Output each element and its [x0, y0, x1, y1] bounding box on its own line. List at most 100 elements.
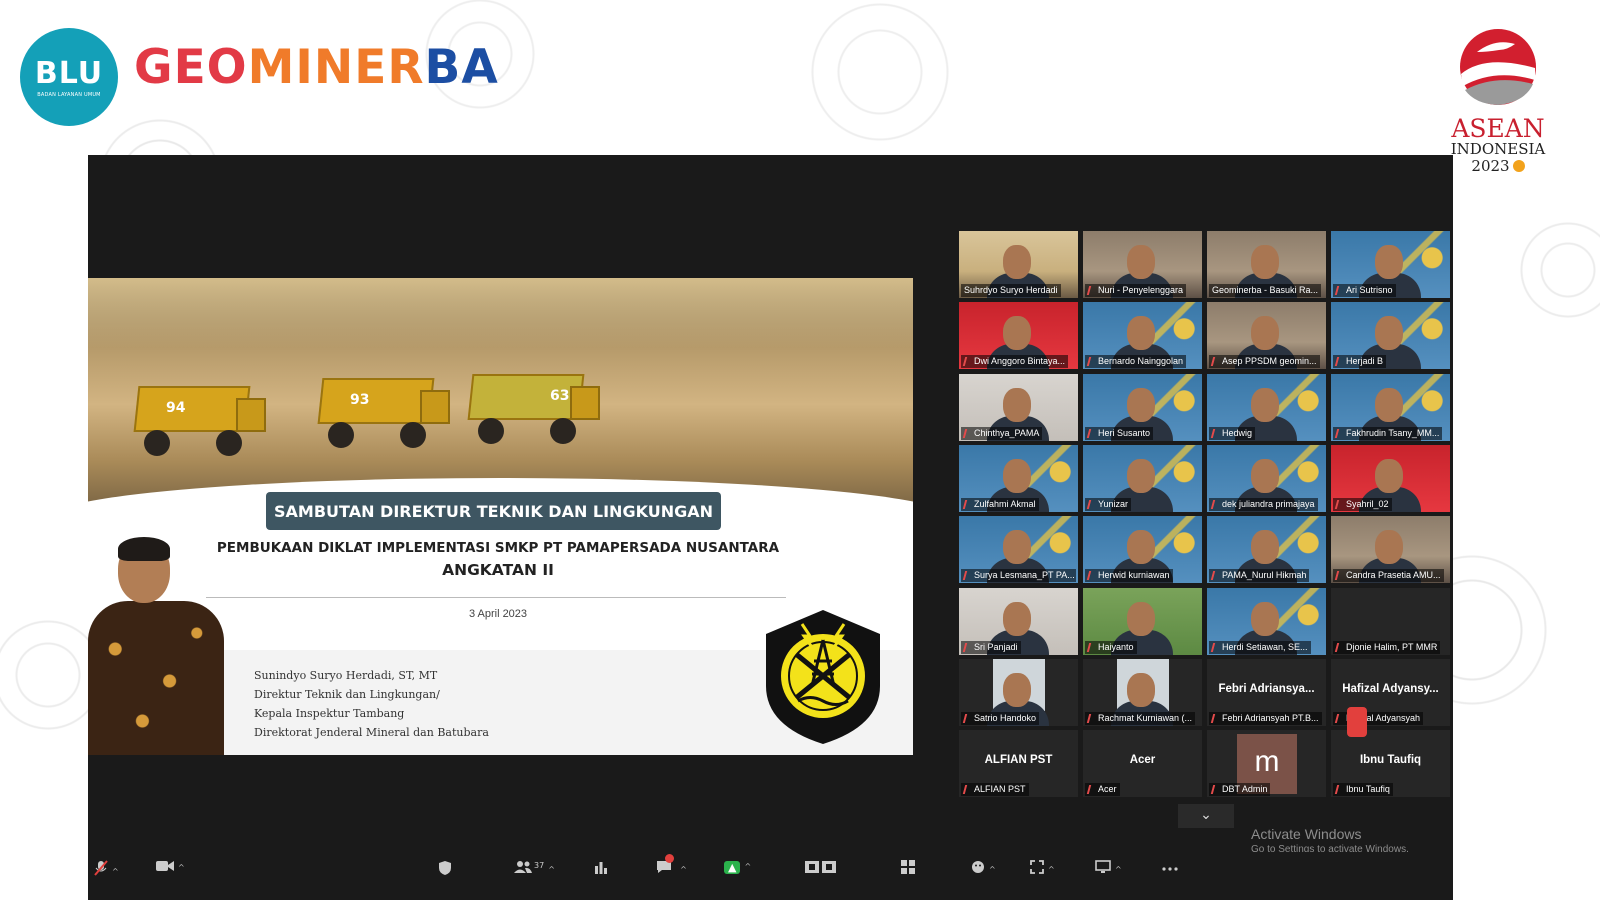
chevron-up-icon[interactable]: ^ [112, 867, 119, 876]
chevron-up-icon[interactable]: ^ [680, 865, 687, 874]
chevron-up-icon[interactable]: ^ [1115, 865, 1122, 874]
participant-name-label: Ari Sutrisno [1333, 284, 1396, 297]
speaker-hair [118, 537, 170, 561]
leave-button[interactable] [1347, 707, 1367, 737]
truck-wheel [328, 422, 354, 448]
participant-face [1003, 602, 1031, 636]
participant-tile[interactable]: m DBT Admin [1207, 730, 1326, 797]
start-video-button[interactable]: ^ [156, 860, 185, 876]
participant-tile[interactable]: Acer Acer [1083, 730, 1202, 797]
video-camera-icon [156, 861, 174, 871]
participant-tile[interactable]: Nuri - Penyelenggara [1083, 231, 1202, 298]
participant-name: Herwid kurniawan [1098, 570, 1170, 580]
participant-tile[interactable]: Geominerba - Basuki Ra... [1207, 231, 1326, 298]
whiteboard-button[interactable]: ^ [1030, 860, 1055, 876]
chevron-up-icon[interactable]: ^ [744, 862, 751, 871]
participant-tile[interactable]: Hedwig [1207, 374, 1326, 441]
record-button[interactable] [804, 860, 838, 876]
reactions-button[interactable]: ^ [971, 860, 996, 876]
participant-display-name: Febri Adriansya... [1218, 683, 1315, 695]
participant-tile[interactable]: Herdi Setiawan, SE... [1207, 588, 1326, 655]
participant-tile[interactable]: dek juliandra primajaya [1207, 445, 1326, 512]
participant-tile[interactable]: Yunizar [1083, 445, 1202, 512]
security-button[interactable] [438, 860, 452, 876]
brand-part-geo: GEO [134, 40, 248, 95]
participant-tile[interactable]: Herwid kurniawan [1083, 516, 1202, 583]
dump-truck: 63 [467, 374, 600, 444]
participant-tile[interactable]: Chinthya_PAMA [959, 374, 1078, 441]
participant-tile[interactable]: Febri Adriansya... Febri Adriansyah PT.B.… [1207, 659, 1326, 726]
participant-tile[interactable]: Satrio Handoko [959, 659, 1078, 726]
truck-cab [420, 390, 450, 424]
blu-logo-subtext: BADAN LAYANAN UMUM [37, 92, 101, 98]
participant-tile[interactable]: Herjadi B [1331, 302, 1450, 369]
participant-tile[interactable]: Rachmat Kurniawan (... [1083, 659, 1202, 726]
blu-logo: BLU BADAN LAYANAN UMUM [20, 28, 118, 126]
participant-name: Nuri - Penyelenggara [1098, 285, 1184, 295]
participant-tile[interactable]: Zulfahmi Akmal [959, 445, 1078, 512]
share-screen-button[interactable]: ▲ ^ [724, 860, 751, 876]
participant-tile[interactable]: Heri Susanto [1083, 374, 1202, 441]
microphone-muted-icon [962, 785, 973, 794]
participant-tile[interactable]: Sri Panjadi [959, 588, 1078, 655]
participant-name: Haiyanto [1098, 642, 1134, 652]
participant-tile[interactable]: Asep PPSDM geomin... [1207, 302, 1326, 369]
chevron-up-icon[interactable]: ^ [548, 865, 555, 874]
truck-wheel [216, 430, 242, 456]
mute-button[interactable]: ^ [94, 860, 119, 876]
participant-tile[interactable]: Haiyanto [1083, 588, 1202, 655]
participant-name: Herdi Setiawan, SE... [1222, 642, 1308, 652]
participant-tile[interactable]: Fakhrudin Tsany_MM... [1331, 374, 1450, 441]
microphone-muted-icon [1086, 286, 1097, 295]
participant-name: Dwi Anggoro Bintaya... [974, 356, 1066, 366]
truck-cab [570, 386, 600, 420]
participant-tile[interactable]: Djonie Halim, PT MMR [1331, 588, 1450, 655]
gallery-next-page-button[interactable]: ⌄ [1178, 804, 1234, 828]
asean-emblem-icon [1460, 29, 1536, 105]
participant-display-name: Ibnu Taufiq [1359, 754, 1422, 766]
speaker-role: Direktur Teknik dan Lingkungan/ [254, 688, 440, 701]
participant-tile[interactable]: Dwi Anggoro Bintaya... [959, 302, 1078, 369]
asean-year: 2023 [1450, 158, 1546, 175]
participant-name: Acer [1098, 784, 1117, 794]
asean-indonesia-logo: ASEAN INDONESIA 2023 [1450, 24, 1546, 175]
participant-name: DBT Admin [1222, 784, 1268, 794]
microphone-muted-icon [1086, 571, 1097, 580]
participant-name-label: Nuri - Penyelenggara [1085, 284, 1187, 297]
participant-tile[interactable]: Syahril_02 [1331, 445, 1450, 512]
participant-tile[interactable]: ALFIAN PST ALFIAN PST [959, 730, 1078, 797]
participant-name: Djonie Halim, PT MMR [1346, 642, 1438, 652]
microphone-muted-icon [1210, 785, 1221, 794]
microphone-muted-icon [1086, 714, 1097, 723]
participant-tile[interactable]: Surya Lesmana_PT PA... [959, 516, 1078, 583]
participant-face [1375, 245, 1403, 279]
apps-button[interactable] [901, 860, 915, 876]
participants-button[interactable]: 37 ^ [513, 860, 555, 876]
brand-part-ba: BA [424, 40, 499, 95]
participant-name-label: Fakhrudin Tsany_MM... [1333, 427, 1443, 440]
participant-tile[interactable]: Ari Sutrisno [1331, 231, 1450, 298]
participant-name-label: Geominerba - Basuki Ra... [1209, 284, 1322, 297]
participant-tile[interactable]: Candra Prasetia AMU... [1331, 516, 1450, 583]
participant-tile[interactable]: PAMA_Nurul Hikmah [1207, 516, 1326, 583]
truck-bed [317, 378, 435, 424]
zoom-meeting-window: 94 93 63 SAMBUTAN DIREKTUR TEKNIK DAN LI… [88, 155, 1453, 900]
share-options-button[interactable]: ^ [1095, 860, 1122, 876]
chat-notification-badge [665, 854, 674, 863]
brand-part-miner: MINER [247, 40, 425, 95]
participant-name: Ari Sutrisno [1346, 285, 1393, 295]
participant-tile[interactable]: Ibnu Taufiq Ibnu Taufiq [1331, 730, 1450, 797]
chevron-up-icon[interactable]: ^ [1048, 865, 1055, 874]
participant-name: ALFIAN PST [974, 784, 1026, 794]
chat-button[interactable]: ^ [656, 854, 687, 876]
chevron-up-icon[interactable]: ^ [989, 865, 996, 874]
participant-tile[interactable]: Suhrdyo Suryo Herdadi [959, 231, 1078, 298]
participant-name-label: Sri Panjadi [961, 641, 1021, 654]
microphone-muted-icon [1086, 643, 1097, 652]
participant-face [1003, 388, 1031, 422]
more-button[interactable] [1162, 860, 1178, 876]
bar-chart-icon [595, 862, 607, 874]
polls-button[interactable] [594, 860, 608, 876]
chevron-up-icon[interactable]: ^ [178, 863, 185, 872]
participant-tile[interactable]: Bernardo Nainggolan [1083, 302, 1202, 369]
